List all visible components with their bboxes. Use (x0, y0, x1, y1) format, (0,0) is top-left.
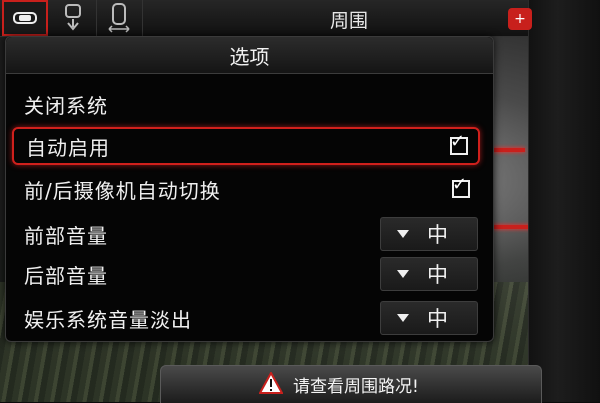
view-button-side[interactable] (96, 0, 143, 36)
checkmark-icon: ✓ (452, 174, 468, 195)
car-side-view-icon (107, 3, 131, 33)
warning-triangle-icon (258, 370, 284, 398)
option-label: 自动启用 (26, 135, 110, 160)
option-auto-activate[interactable]: 自动启用 ✓ (12, 127, 480, 165)
dropdown-value: 中 (427, 307, 448, 331)
dropdown-arrow-icon (397, 270, 409, 278)
dropdown-arrow-icon (397, 230, 409, 238)
dropdown-arrow-icon (397, 314, 409, 322)
entertainment-fade-select[interactable]: 中 (380, 301, 478, 335)
plus-icon: + (514, 11, 526, 27)
warning-text: 请查看周围路况! (293, 377, 419, 397)
options-dialog: 选项 关闭系统 自动启用 ✓ 前/后摄像机自动切换 ✓ 前部音量 中 后部音量 … (5, 36, 494, 342)
page-title: 周围 (330, 10, 369, 32)
car-rear-camera-icon (62, 4, 84, 32)
dialog-title: 选项 (6, 37, 493, 74)
right-side-panel (528, 0, 600, 402)
option-label: 前部音量 (24, 223, 108, 248)
view-button-top[interactable] (2, 0, 48, 36)
option-camera-auto-switch[interactable]: 前/后摄像机自动切换 ✓ (12, 170, 480, 208)
car-top-view-icon (12, 10, 38, 26)
option-label: 前/后摄像机自动切换 (24, 178, 221, 203)
top-bar: 周围 + (0, 0, 532, 37)
front-volume-select[interactable]: 中 (380, 217, 478, 251)
option-label: 关闭系统 (24, 93, 108, 118)
option-close-system[interactable]: 关闭系统 (12, 85, 480, 123)
option-label: 后部音量 (24, 263, 108, 288)
option-front-volume[interactable]: 前部音量 中 (12, 215, 480, 253)
warning-bar: 请查看周围路况! (160, 365, 542, 403)
option-entertainment-fade[interactable]: 娱乐系统音量淡出 中 (12, 299, 480, 337)
rear-volume-select[interactable]: 中 (380, 257, 478, 291)
add-button[interactable]: + (508, 8, 532, 30)
checkmark-icon: ✓ (450, 131, 466, 152)
view-button-rear[interactable] (50, 0, 97, 36)
dropdown-value: 中 (427, 223, 448, 247)
auto-activate-checkbox[interactable]: ✓ (450, 133, 468, 155)
option-rear-volume[interactable]: 后部音量 中 (12, 255, 480, 293)
option-label: 娱乐系统音量淡出 (24, 307, 192, 332)
dropdown-value: 中 (427, 263, 448, 287)
camera-switch-checkbox[interactable]: ✓ (452, 176, 470, 198)
